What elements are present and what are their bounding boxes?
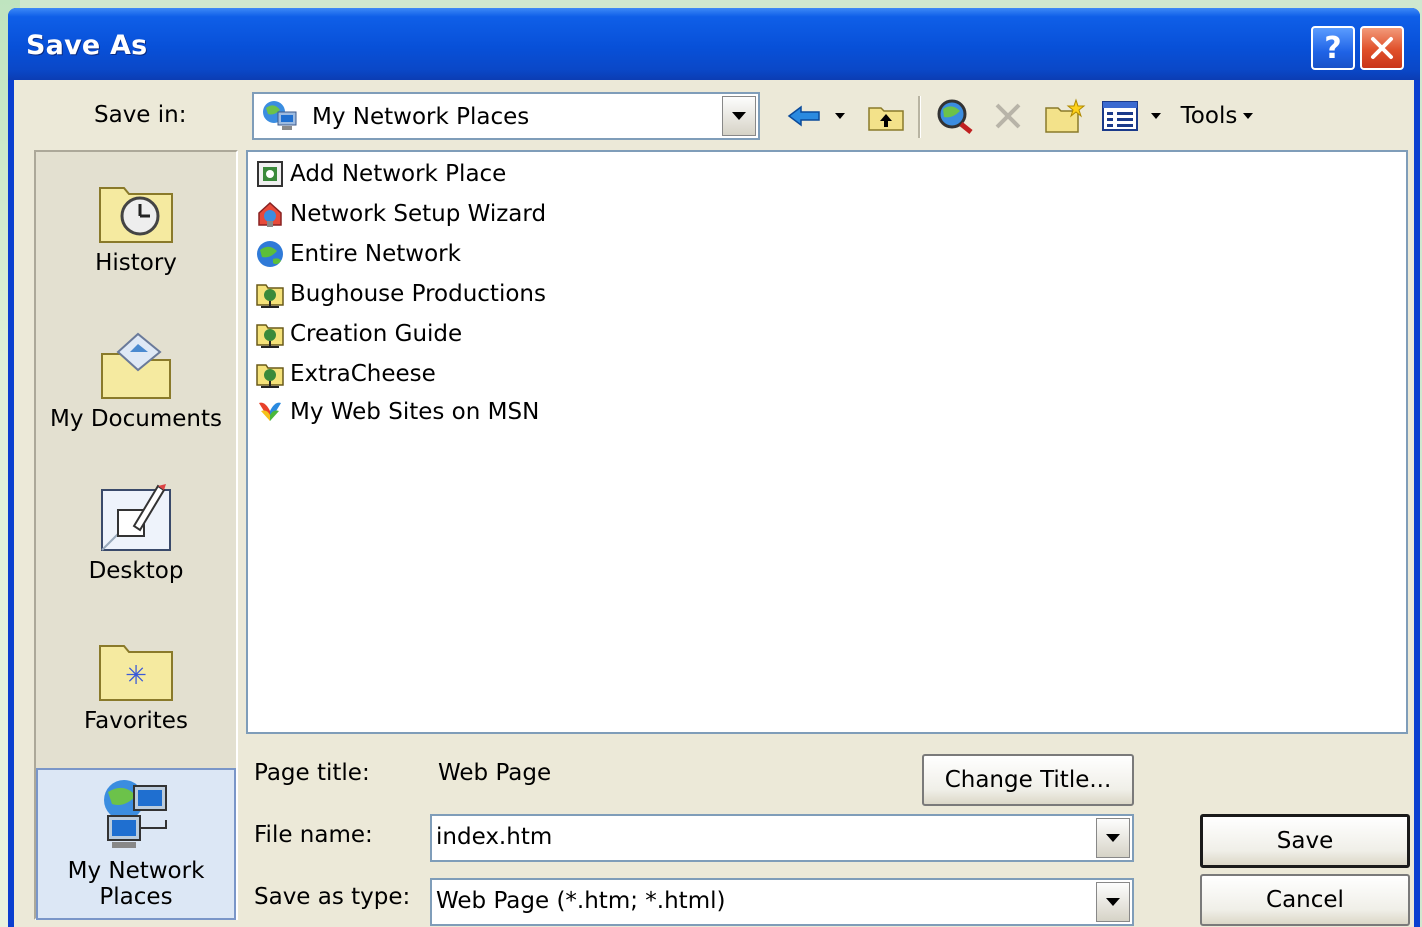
title-bar[interactable]: Save As ? bbox=[8, 8, 1420, 80]
my-documents-icon bbox=[101, 332, 171, 399]
history-folder-icon bbox=[99, 187, 173, 243]
question-mark-icon: ? bbox=[1324, 30, 1342, 66]
file-item-label: Entire Network bbox=[290, 241, 461, 267]
file-list[interactable]: Add Network Place Network Setup Wizard E… bbox=[246, 150, 1408, 734]
save-as-dialog: Save As ? Save in: My Network Places Too… bbox=[8, 8, 1420, 927]
page-title-value: Web Page bbox=[438, 760, 552, 786]
tools-menu-button[interactable]: Tools bbox=[1174, 98, 1260, 134]
chevron-down-icon bbox=[1106, 898, 1120, 906]
file-name-label: File name: bbox=[254, 822, 373, 848]
save-as-type-dropdown-button[interactable] bbox=[1096, 882, 1130, 922]
save-in-value: My Network Places bbox=[312, 104, 530, 130]
place-history[interactable]: History bbox=[36, 180, 236, 276]
list-item[interactable]: Entire Network bbox=[254, 236, 461, 272]
desktop-icon bbox=[101, 484, 171, 551]
save-in-combo[interactable]: My Network Places bbox=[252, 92, 760, 140]
save-button[interactable]: Save bbox=[1200, 814, 1410, 868]
list-item[interactable]: ExtraCheese bbox=[254, 356, 436, 392]
globe-icon bbox=[257, 241, 283, 267]
network-places-icon bbox=[104, 780, 167, 848]
list-item[interactable]: Network Setup Wizard bbox=[254, 196, 546, 232]
network-wizard-icon bbox=[258, 201, 282, 227]
file-item-label: Add Network Place bbox=[290, 161, 507, 187]
place-my-documents[interactable]: My Documents bbox=[36, 330, 236, 432]
save-as-type-label: Save as type: bbox=[254, 884, 411, 910]
list-item[interactable]: Add Network Place bbox=[254, 156, 506, 192]
place-label-line2: Places bbox=[99, 884, 173, 910]
file-item-label: Network Setup Wizard bbox=[290, 201, 547, 227]
place-favorites[interactable]: ✳ Favorites bbox=[36, 638, 236, 734]
place-label-line1: My Network bbox=[67, 858, 205, 884]
places-bar: History My Documents Desktop ✳ Favorites… bbox=[34, 150, 238, 920]
file-name-dropdown-button[interactable] bbox=[1096, 818, 1130, 858]
new-folder-icon bbox=[1045, 98, 1086, 133]
file-item-label: Creation Guide bbox=[290, 321, 463, 347]
delete-button[interactable] bbox=[988, 98, 1028, 134]
up-folder-icon bbox=[868, 107, 904, 131]
change-title-label: Change Title... bbox=[944, 767, 1112, 793]
chevron-down-icon bbox=[835, 113, 845, 119]
save-button-label: Save bbox=[1276, 828, 1334, 854]
save-as-type-select[interactable]: Web Page (*.htm; *.html) bbox=[430, 878, 1134, 926]
back-button[interactable] bbox=[784, 98, 824, 134]
close-icon bbox=[1371, 37, 1393, 59]
add-network-place-icon bbox=[257, 161, 283, 187]
file-name-value: index.htm bbox=[436, 824, 553, 850]
search-web-icon bbox=[937, 99, 973, 134]
delete-icon bbox=[995, 103, 1021, 129]
toolbar: Tools bbox=[784, 94, 1404, 138]
dialog-client-area: Save in: My Network Places Tools History… bbox=[14, 80, 1414, 927]
msn-butterfly-icon bbox=[259, 402, 281, 421]
change-title-button[interactable]: Change Title... bbox=[922, 754, 1134, 806]
cancel-button[interactable]: Cancel bbox=[1200, 874, 1410, 926]
list-item[interactable]: My Web Sites on MSN bbox=[254, 394, 539, 430]
network-places-icon bbox=[263, 101, 297, 130]
tools-menu-label: Tools bbox=[1180, 103, 1238, 129]
help-button[interactable]: ? bbox=[1311, 26, 1355, 70]
close-button[interactable] bbox=[1360, 26, 1404, 70]
network-share-icon bbox=[256, 284, 284, 308]
views-button[interactable] bbox=[1098, 98, 1142, 134]
network-share-icon bbox=[256, 364, 284, 388]
place-label: Desktop bbox=[88, 558, 184, 584]
toolbar-separator bbox=[918, 96, 921, 138]
cancel-button-label: Cancel bbox=[1266, 887, 1344, 913]
svg-text:✳: ✳ bbox=[125, 661, 147, 691]
save-in-label: Save in: bbox=[94, 102, 187, 128]
chevron-down-icon bbox=[1243, 113, 1254, 119]
chevron-down-icon bbox=[732, 112, 746, 120]
dialog-title: Save As bbox=[26, 30, 148, 61]
list-item[interactable]: Bughouse Productions bbox=[254, 276, 546, 312]
place-my-network-places[interactable]: My Network Places bbox=[36, 768, 236, 920]
views-icon bbox=[1102, 101, 1138, 131]
views-dropdown[interactable] bbox=[1146, 98, 1166, 134]
page-title-label: Page title: bbox=[254, 760, 370, 786]
favorites-folder-icon: ✳ bbox=[99, 645, 173, 701]
create-new-folder-button[interactable] bbox=[1042, 98, 1088, 134]
file-item-label: ExtraCheese bbox=[290, 361, 436, 387]
search-web-button[interactable] bbox=[932, 98, 976, 134]
save-in-dropdown-button[interactable] bbox=[722, 96, 756, 136]
file-item-label: My Web Sites on MSN bbox=[290, 399, 540, 425]
up-one-level-button[interactable] bbox=[864, 98, 908, 134]
chevron-down-icon bbox=[1151, 113, 1161, 119]
save-as-type-value: Web Page (*.htm; *.html) bbox=[436, 888, 726, 914]
place-label: Favorites bbox=[84, 708, 188, 734]
place-label: History bbox=[95, 250, 177, 276]
file-item-label: Bughouse Productions bbox=[290, 281, 546, 307]
place-desktop[interactable]: Desktop bbox=[36, 482, 236, 584]
file-name-input[interactable]: index.htm bbox=[430, 814, 1134, 862]
chevron-down-icon bbox=[1106, 834, 1120, 842]
place-label: My Documents bbox=[50, 406, 222, 432]
back-history-dropdown[interactable] bbox=[830, 98, 850, 134]
list-item[interactable]: Creation Guide bbox=[254, 316, 462, 352]
network-share-icon bbox=[256, 324, 284, 348]
back-arrow-icon bbox=[787, 105, 820, 127]
